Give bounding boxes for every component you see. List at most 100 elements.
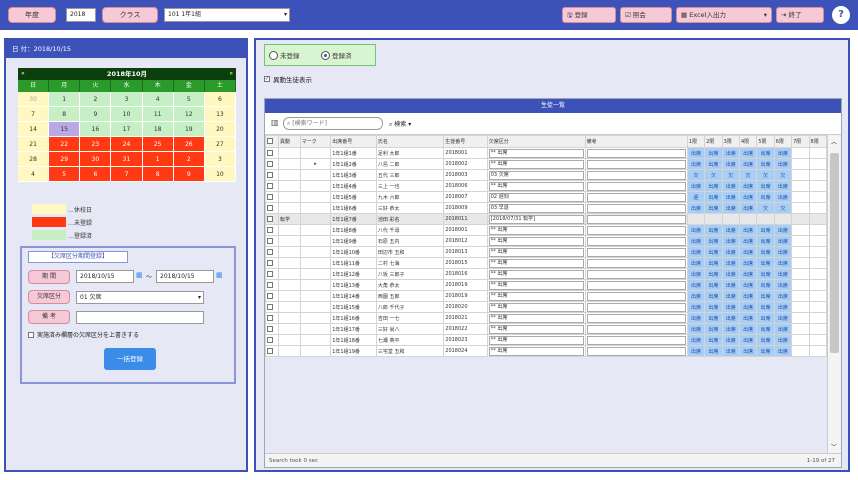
row-checkbox[interactable] <box>267 160 273 167</box>
row-select[interactable] <box>264 312 280 324</box>
period-cell[interactable]: 出席 <box>738 257 758 269</box>
table-row[interactable]: 1年1組14番 西園 五郎 2018019 ** 出席 出席 出席 出席 出席 出席 出席 <box>264 290 828 302</box>
year-field[interactable]: 2018 <box>66 8 96 22</box>
period-cell[interactable] <box>808 158 828 170</box>
calendar-day[interactable]: 14 <box>18 122 50 137</box>
calendar-day[interactable]: 25 <box>142 137 174 152</box>
calendar-day[interactable]: 27 <box>204 137 236 152</box>
period-cell[interactable]: 出席 <box>704 147 723 159</box>
remarks-input[interactable] <box>586 148 686 158</box>
period-cell[interactable] <box>791 334 810 346</box>
calendar-day[interactable]: 31 <box>111 152 143 167</box>
period-cell[interactable] <box>791 345 810 357</box>
remarks-input[interactable] <box>586 159 686 169</box>
table-row[interactable]: 1年1組10番 田辺市 五和 2018013 ** 出席 出席 出席 出席 出席 出席 出席 <box>264 246 828 258</box>
columns-icon[interactable]: ▥ <box>271 118 279 127</box>
calendar-day[interactable]: 2 <box>173 152 205 167</box>
period-cell[interactable] <box>808 191 828 203</box>
register-button[interactable]: 🖫 登録 <box>562 7 616 23</box>
period-cell[interactable] <box>791 312 810 324</box>
row-checkbox[interactable] <box>267 193 273 200</box>
period-cell[interactable]: 出席 <box>686 279 706 291</box>
row-checkbox[interactable] <box>267 314 273 321</box>
calendar-day[interactable]: 3 <box>111 92 143 107</box>
period-cell[interactable]: 欠 <box>756 202 775 214</box>
period-cell[interactable] <box>791 169 810 181</box>
grid-scrollbar[interactable]: ︿ ﹀ <box>827 135 841 453</box>
absence-type-input[interactable]: ** 出席 <box>488 247 584 257</box>
absence-type-input[interactable]: ** 出席 <box>488 148 584 158</box>
calendar-day[interactable]: 10 <box>111 107 143 122</box>
period-cell[interactable]: 出席 <box>704 268 723 280</box>
period-cell[interactable] <box>808 279 828 291</box>
period-cell[interactable]: 出席 <box>704 290 723 302</box>
period-cell[interactable] <box>791 290 810 302</box>
calendar-day[interactable]: 7 <box>18 107 50 122</box>
period-cell[interactable]: 出席 <box>738 180 758 192</box>
period-cell[interactable] <box>791 158 810 170</box>
period-cell[interactable]: 出席 <box>756 257 775 269</box>
period-cell[interactable]: 出席 <box>686 246 706 258</box>
calendar-day[interactable]: 5 <box>49 167 81 182</box>
row-select[interactable] <box>264 290 280 302</box>
period-cell[interactable]: 出席 <box>773 235 793 247</box>
period-cell[interactable]: 出席 <box>704 180 723 192</box>
calendar-day[interactable]: 11 <box>142 107 174 122</box>
period-cell[interactable] <box>791 180 810 192</box>
overwrite-checkbox[interactable] <box>28 331 34 338</box>
calendar-day[interactable]: 30 <box>18 92 50 107</box>
period-cell[interactable]: 出席 <box>773 191 793 203</box>
period-cell[interactable] <box>808 147 828 159</box>
period-cell[interactable]: 出席 <box>721 191 740 203</box>
row-checkbox[interactable] <box>267 149 273 156</box>
period-cell[interactable]: 出席 <box>686 147 706 159</box>
period-cell[interactable]: 欠 <box>686 169 706 181</box>
period-cell[interactable]: 出席 <box>721 301 740 313</box>
absence-type-input[interactable]: ** 出席 <box>488 346 584 356</box>
period-cell[interactable] <box>686 213 706 225</box>
period-cell[interactable]: 出席 <box>773 345 793 357</box>
select-all-checkbox[interactable] <box>267 138 273 145</box>
column-header[interactable]: 1限 <box>686 135 706 148</box>
calendar-day[interactable]: 4 <box>142 92 174 107</box>
absence-type-input[interactable]: ** 出席 <box>488 313 584 323</box>
calendar-day[interactable]: 4 <box>18 167 50 182</box>
period-cell[interactable] <box>738 213 758 225</box>
period-cell[interactable]: 出席 <box>704 191 723 203</box>
remarks-input[interactable] <box>586 258 686 268</box>
period-cell[interactable]: 出席 <box>704 312 723 324</box>
prev-month-icon[interactable]: « <box>21 68 25 80</box>
period-cell[interactable]: 出席 <box>721 224 740 236</box>
period-cell[interactable] <box>808 213 828 225</box>
row-select[interactable] <box>264 235 280 247</box>
absence-type-input[interactable]: [2018/07/31 転学] <box>488 214 584 224</box>
row-checkbox[interactable] <box>267 336 273 343</box>
date-to-field[interactable]: 2018/10/15 <box>156 270 214 283</box>
period-cell[interactable]: 出席 <box>756 180 775 192</box>
period-cell[interactable]: 出席 <box>738 202 758 214</box>
period-cell[interactable]: 出席 <box>756 301 775 313</box>
period-cell[interactable]: 出席 <box>686 158 706 170</box>
calendar-day[interactable]: 26 <box>173 137 205 152</box>
absence-type-input[interactable]: ** 出席 <box>488 269 584 279</box>
calendar-day[interactable]: 2 <box>80 92 112 107</box>
period-cell[interactable] <box>808 312 828 324</box>
period-cell[interactable]: 出席 <box>756 147 775 159</box>
period-cell[interactable]: 出席 <box>721 147 740 159</box>
period-cell[interactable]: 出席 <box>773 246 793 258</box>
calendar-day[interactable]: 12 <box>173 107 205 122</box>
period-cell[interactable] <box>791 191 810 203</box>
period-cell[interactable] <box>791 213 810 225</box>
row-checkbox[interactable] <box>267 259 273 266</box>
period-cell[interactable]: 出席 <box>738 345 758 357</box>
absence-type-input[interactable]: ** 出席 <box>488 258 584 268</box>
period-cell[interactable]: 出席 <box>738 147 758 159</box>
calendar-day[interactable]: 6 <box>80 167 112 182</box>
calendar-day[interactable]: 3 <box>204 152 236 167</box>
table-row[interactable]: 1年1組3番 五代 三郎 2018003 03 欠席欠欠欠欠欠欠 <box>264 169 828 181</box>
remarks-input[interactable] <box>586 236 686 246</box>
period-cell[interactable] <box>808 224 828 236</box>
column-header[interactable]: 7限 <box>791 135 810 148</box>
period-cell[interactable]: 出席 <box>756 312 775 324</box>
calendar-day[interactable]: 19 <box>173 122 205 137</box>
